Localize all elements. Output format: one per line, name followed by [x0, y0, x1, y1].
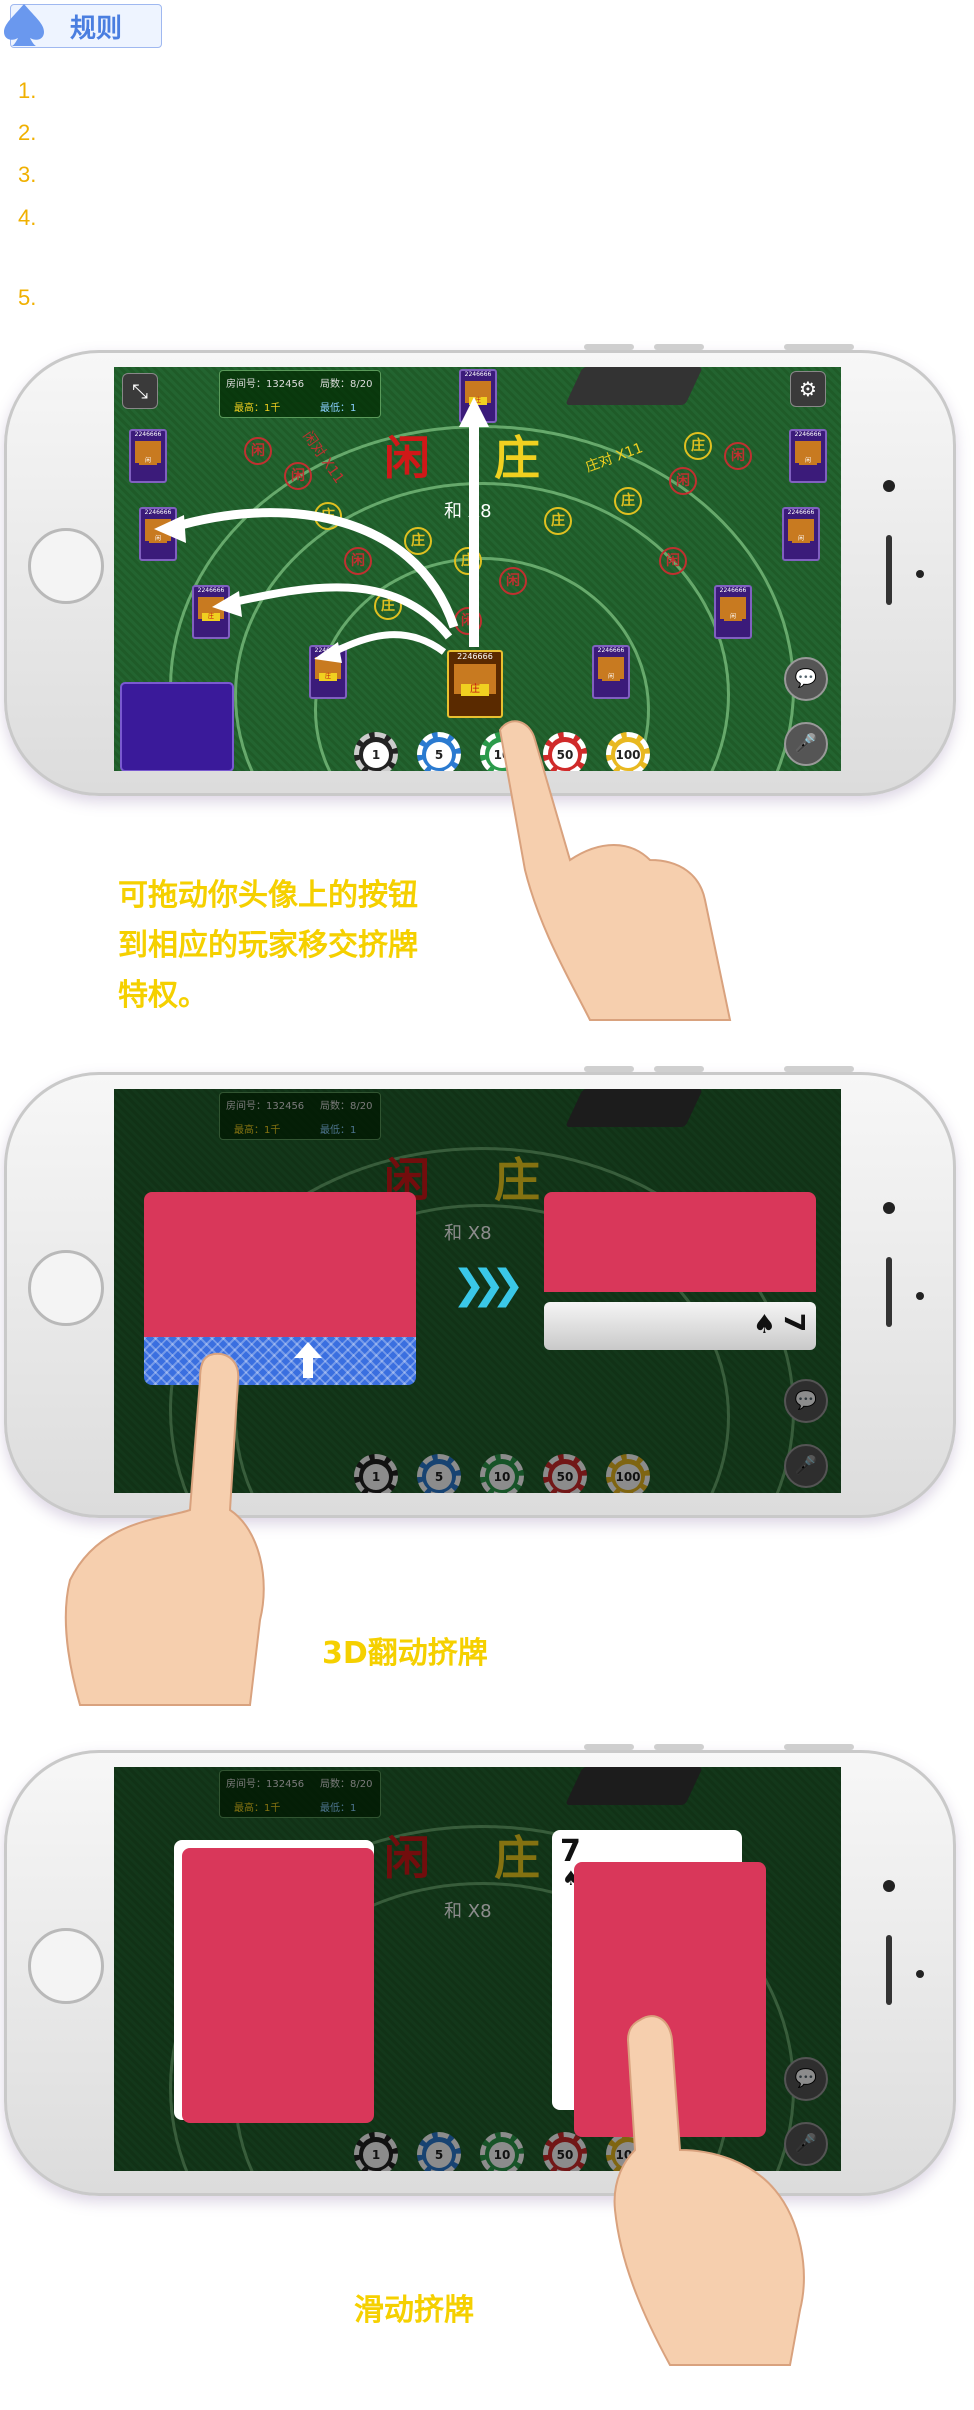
- rule-number-5: 5.: [18, 285, 37, 310]
- chip-5: 5: [417, 2132, 461, 2171]
- pointing-hand-image: [64, 1352, 265, 1706]
- volume-button: [584, 1744, 634, 1750]
- home-button[interactable]: [28, 528, 104, 604]
- chat-icon: 💬: [784, 1379, 828, 1423]
- camera: [883, 1880, 895, 1892]
- camera: [883, 480, 895, 492]
- microphone-icon: 🎤: [784, 1444, 828, 1488]
- pointing-hand-image: [613, 2015, 805, 2366]
- power-button: [784, 1066, 854, 1072]
- squeeze-card-back[interactable]: [144, 1192, 416, 1337]
- room-info-panel: 房间号：132456 局数：8/20 最高：1千 最低：1: [219, 1092, 381, 1140]
- sensor: [916, 1292, 924, 1300]
- xian-bet-area: 闲: [384, 1831, 430, 1885]
- chip-50: 50: [543, 1454, 587, 1493]
- zhuang-bet-area: 庄: [494, 1831, 540, 1885]
- card-back-left: [182, 1848, 374, 2123]
- drag-caption-line-2: 到相应的玩家移交挤牌: [118, 928, 418, 963]
- speaker: [886, 1257, 892, 1327]
- speaker: [886, 535, 892, 605]
- chip-50: 50: [543, 2132, 587, 2171]
- card-shoe: [565, 1767, 703, 1805]
- volume-button: [654, 344, 704, 350]
- rule-number-4: 4.: [18, 205, 37, 230]
- sensor: [916, 1970, 924, 1978]
- squeeze-card-back-right: [544, 1192, 816, 1292]
- flip-caption: 3D翻动挤牌: [322, 1636, 488, 1671]
- home-button[interactable]: [28, 1250, 104, 1326]
- chip-1: 1: [354, 1454, 398, 1493]
- drag-caption-line-3: 特权。: [118, 978, 208, 1013]
- revealed-card-face: ♠ 7: [544, 1302, 816, 1350]
- chip-5: 5: [417, 1454, 461, 1493]
- tie-bet-area: 和 X8: [444, 1223, 492, 1244]
- chip-1: 1: [354, 2132, 398, 2171]
- card-suit: ♠: [752, 1310, 776, 1340]
- volume-button: [654, 1066, 704, 1072]
- rule-number-3: 3.: [18, 162, 37, 187]
- chip-10: 10: [480, 2132, 524, 2171]
- slide-caption: 滑动挤牌: [354, 2293, 474, 2328]
- zhuang-bet-area: 庄: [494, 1153, 540, 1207]
- card-shoe: [565, 1089, 703, 1127]
- spade-icon: [4, 4, 44, 46]
- tie-bet-area: 和 X8: [444, 1901, 492, 1922]
- arrow-up-icon: [294, 1342, 322, 1378]
- camera: [883, 1202, 895, 1214]
- rule-number-1: 1.: [18, 78, 37, 103]
- volume-button: [584, 344, 634, 350]
- phone-mockup-1: 闲 庄 和 X8 庄对 X11 闲对 X11 闲 闲 庄 闲 庄 庄 庄 闲 闲…: [4, 344, 956, 796]
- sensor: [916, 570, 924, 578]
- home-button[interactable]: [28, 1928, 104, 2004]
- power-button: [784, 1744, 854, 1750]
- pointing-hand-image: [498, 720, 732, 1021]
- card-rank: 7: [777, 1312, 811, 1333]
- rules-header: 规则: [0, 0, 162, 50]
- arrows-right-icon: ❯❯❯: [452, 1262, 524, 1308]
- rule-number-2: 2.: [18, 120, 37, 145]
- rules-title: 规则: [70, 14, 123, 44]
- chip-10: 10: [480, 1454, 524, 1493]
- volume-button: [584, 1066, 634, 1072]
- room-info-panel: 房间号：132456 局数：8/20 最高：1千 最低：1: [219, 1770, 381, 1818]
- speaker: [886, 1935, 892, 2005]
- chip-100: 100: [606, 1454, 650, 1493]
- power-button: [784, 344, 854, 350]
- volume-button: [654, 1744, 704, 1750]
- drag-caption-line-1: 可拖动你头像上的按钮: [118, 878, 418, 913]
